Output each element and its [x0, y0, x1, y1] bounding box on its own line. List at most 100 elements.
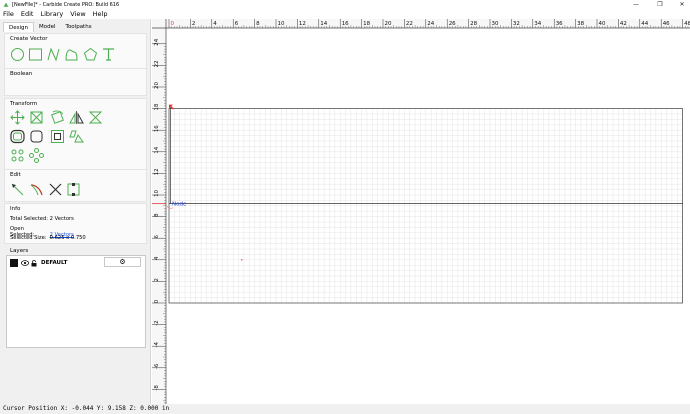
align-icon[interactable] [88, 110, 103, 125]
sidebar-tabs: Design Model Toolpaths [3, 22, 97, 32]
fillet-icon[interactable] [29, 129, 44, 144]
transform-heading: Transform [10, 101, 38, 107]
x-tick-label: 24 [427, 21, 434, 27]
info-total-selected: Total Selected: 2 Vectors [10, 216, 74, 222]
trim-icon[interactable] [29, 182, 44, 197]
x-tick-label: 32 [513, 21, 520, 27]
polyline-icon[interactable] [46, 47, 61, 62]
x-tick-label: 48 [684, 21, 690, 27]
menu-library[interactable]: Library [40, 10, 63, 18]
design-canvas[interactable]: 0 2 4 6 8 10 12 14 16 18 20 22 24 26 28 30 32 34 36 38 40 42 4… [152, 19, 690, 404]
tab-model[interactable]: Model [34, 22, 61, 32]
array-icon[interactable] [10, 148, 25, 163]
x-tick-label: 36 [556, 21, 563, 27]
app-icon [3, 2, 9, 7]
title-bar: [NewFile]* - Carbide Create PRO: Build 6… [0, 0, 690, 9]
x-tick-label: 38 [577, 21, 584, 27]
eye-icon[interactable] [21, 260, 29, 266]
tab-design[interactable]: Design [3, 22, 34, 32]
node-edit-icon[interactable] [10, 182, 25, 197]
lock-icon[interactable] [31, 259, 37, 267]
y-tick-label: 0 [154, 299, 160, 303]
x-tick-label: 26 [449, 21, 456, 27]
x-tick-label: 46 [663, 21, 670, 27]
x-tick-label: 14 [320, 21, 327, 27]
inset-icon[interactable] [50, 129, 65, 144]
canvas-drawing[interactable]: 0 2 4 6 8 10 12 14 16 18 20 22 24 26 28 30 32 34 36 38 40 42 4… [152, 19, 690, 404]
x-tick-label: 20 [385, 21, 392, 27]
y-tick-label: 18 [154, 103, 160, 110]
mirror-icon[interactable] [69, 110, 84, 125]
x-tick-label: 30 [492, 21, 499, 27]
x-tick-label: 6 [235, 21, 239, 27]
cursor-position-readout: Cursor Position X: -0.044 Y: 9.158 Z: 0.… [3, 405, 170, 412]
curve-icon[interactable] [64, 47, 79, 62]
offset-icon[interactable] [10, 129, 25, 144]
rotate-icon[interactable] [50, 110, 65, 125]
resize-icon[interactable] [29, 110, 44, 125]
layers-list: DEFAULT ⚙ [6, 255, 146, 348]
x-tick-label: 22 [406, 21, 413, 27]
design-sidebar: Design Model Toolpaths Create Vector Boo… [0, 19, 151, 404]
status-bar: Cursor Position X: -0.044 Y: 9.158 Z: 0.… [0, 404, 690, 414]
y-tick-label: 24 [154, 38, 160, 45]
total-selected-value: 2 Vectors [49, 216, 74, 222]
layer-color-swatch[interactable] [10, 259, 18, 267]
circle-icon[interactable] [10, 47, 25, 62]
x-tick-label: 18 [363, 21, 370, 27]
node-point[interactable] [241, 259, 243, 261]
y-tick-label: 6 [154, 234, 160, 238]
maximize-button[interactable]: ❐ [653, 0, 667, 9]
x-tick-label: 16 [342, 21, 349, 27]
node-label: Node [172, 202, 187, 208]
menu-file[interactable]: File [3, 10, 14, 18]
x-tick-label: 44 [641, 21, 648, 27]
menu-edit[interactable]: Edit [21, 10, 34, 18]
boolean-heading: Boolean [10, 71, 33, 77]
x-tick-label: 12 [299, 21, 306, 27]
y-tick-label: 2 [154, 278, 160, 282]
menu-bar: File Edit Library View Help [0, 9, 690, 19]
close-button[interactable]: ✕ [675, 0, 689, 9]
create-vector-heading: Create Vector [10, 36, 48, 42]
x-tick-label: 8 [256, 21, 260, 27]
y-tick-label: -6 [154, 363, 160, 369]
x-tick-label: 34 [534, 21, 541, 27]
edit-heading: Edit [10, 172, 21, 178]
move-icon[interactable] [10, 110, 25, 125]
menu-view[interactable]: View [70, 10, 85, 18]
total-selected-label: Total Selected: [10, 216, 48, 222]
minimize-button[interactable]: — [629, 0, 643, 9]
join-icon[interactable] [66, 182, 81, 197]
y-tick-label: 20 [154, 82, 160, 89]
x-tick-label: 42 [620, 21, 627, 27]
distort-icon[interactable] [69, 129, 84, 144]
y-tick-label: 8 [154, 213, 160, 217]
x-tick-label: 10 [278, 21, 285, 27]
x-tick-label: 40 [599, 21, 606, 27]
layer-row[interactable]: DEFAULT [10, 259, 67, 267]
x-tick-label: 2 [192, 21, 196, 27]
selected-size-value: 0.625 x 0.750 [49, 235, 86, 241]
y-tick-label: 22 [154, 60, 160, 67]
window-title: [NewFile]* - Carbide Create PRO: Build 6… [12, 1, 120, 8]
cut-icon[interactable] [48, 182, 63, 197]
menu-help[interactable]: Help [93, 10, 108, 18]
x-tick-label: 28 [470, 21, 477, 27]
polygon-icon[interactable] [83, 47, 98, 62]
info-heading: Info [10, 206, 21, 212]
selected-size-label: Selected Size: [10, 235, 47, 241]
rectangle-icon[interactable] [28, 47, 43, 62]
x-tick-label: 0 [171, 21, 175, 27]
y-tick-label: -8 [154, 385, 160, 391]
y-tick-label: 14 [154, 146, 160, 153]
text-icon[interactable] [101, 47, 116, 62]
y-tick-label: -4 [154, 341, 160, 347]
y-tick-label: 12 [154, 168, 160, 175]
layer-settings-button[interactable]: ⚙ [104, 257, 141, 267]
layers-heading: Layers [10, 248, 29, 254]
y-tick-label: 4 [154, 256, 160, 260]
circular-array-icon[interactable] [29, 148, 44, 163]
tab-toolpaths[interactable]: Toolpaths [61, 22, 97, 32]
layer-name: DEFAULT [41, 260, 68, 266]
